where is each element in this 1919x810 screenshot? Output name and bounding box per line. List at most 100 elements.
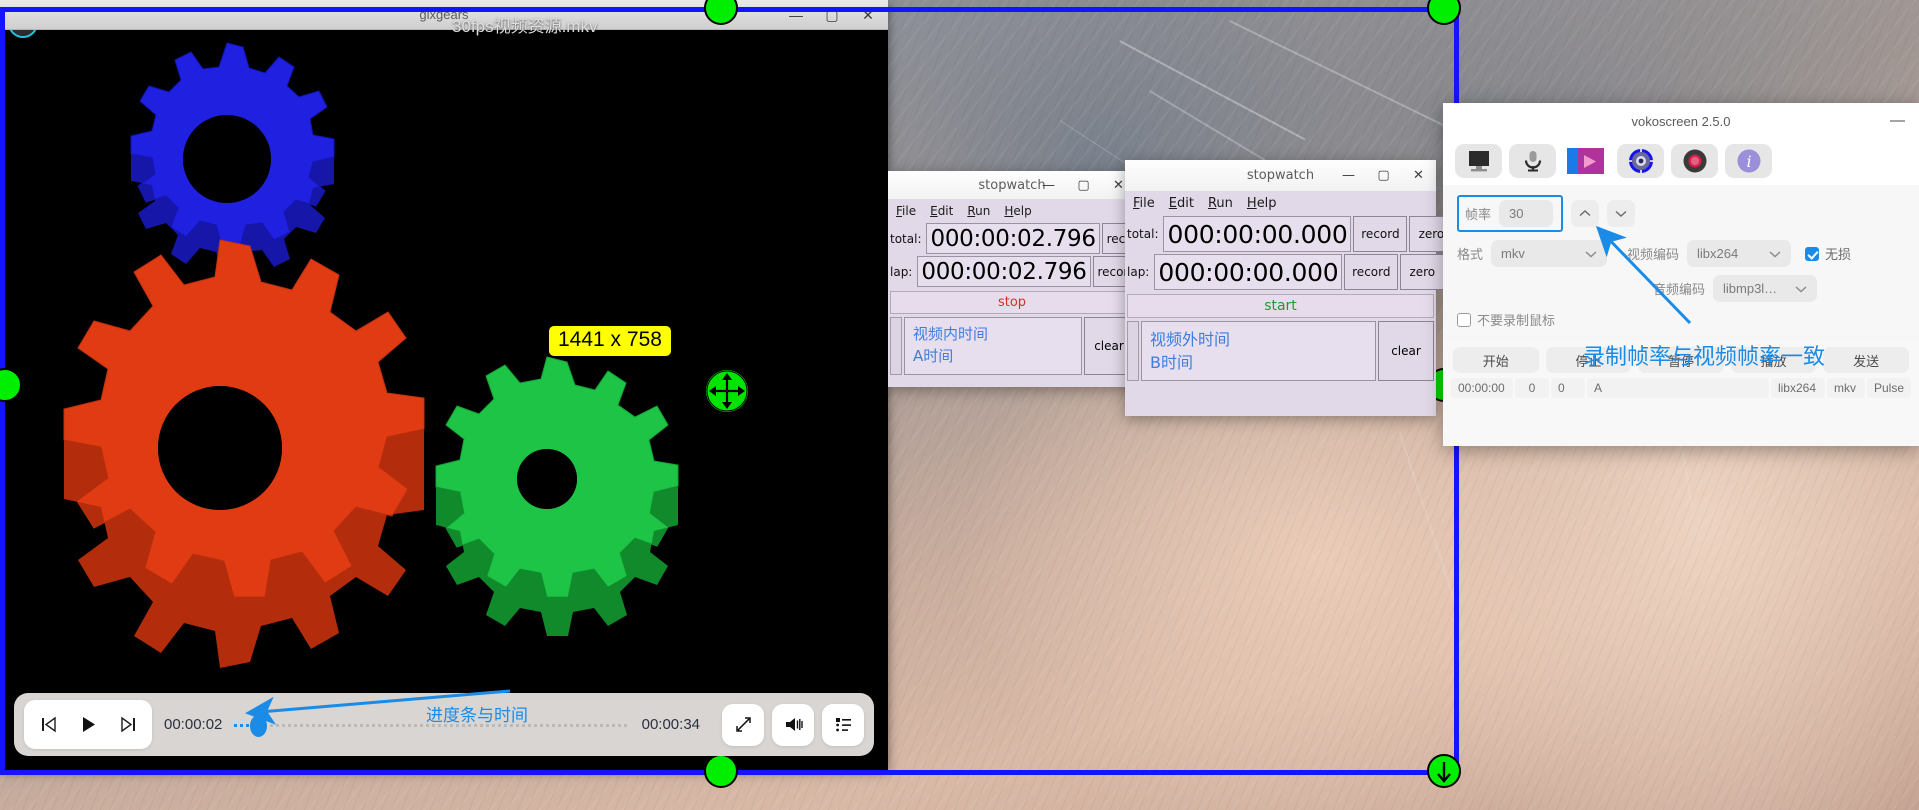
fps-spin-down[interactable] [1607,200,1636,227]
maximize-button[interactable]: ▢ [1066,171,1101,199]
vokoscreen-titlebar[interactable]: vokoscreen 2.5.0 — [1443,103,1919,139]
total-value: 000:00:00.000 [1163,216,1352,252]
tab-record[interactable] [1671,144,1718,178]
nomouse-checkbox[interactable] [1457,312,1471,327]
send-button[interactable]: 发送 [1823,347,1909,373]
menu-run[interactable]: Run [967,204,990,218]
chevron-down-icon [1769,250,1781,257]
video-play-icon [1567,148,1604,174]
note-scrollbar[interactable] [890,317,902,375]
vokoscreen-window: vokoscreen 2.5.0 — i 帧率 30 格式 mkv 视频编码 l… [1443,103,1919,446]
stopwatch-window-a: stopwatch — ▢ ✕ File Edit Run Help total… [888,171,1192,387]
status-format: mkv [1826,378,1865,398]
minimize-button[interactable]: — [1331,160,1366,191]
maximize-button[interactable]: ▢ [814,0,850,30]
seek-progress [234,723,251,727]
status-channel: A [1587,378,1769,398]
lap-value: 000:00:02.796 [917,256,1091,287]
skip-next-icon[interactable] [108,702,148,747]
menu-edit[interactable]: Edit [1169,196,1194,211]
status-audio: Pulse [1866,378,1911,398]
stopwatch-b-note[interactable]: 视频外时间 B时间 [1141,321,1376,382]
menu-file[interactable]: File [1133,196,1155,211]
volume-icon[interactable] [772,703,814,746]
fps-label: 帧率 [1465,207,1492,222]
status-counter-2: 0 [1551,378,1585,398]
audiocodec-select[interactable]: libmp3l… [1713,275,1817,302]
stopwatch-b-clear-button[interactable]: clear [1378,321,1434,382]
lap-record-button[interactable]: record [1344,254,1399,290]
glxgears-window-buttons: — ▢ ✕ [778,0,886,30]
tab-audio[interactable] [1509,144,1556,178]
stopwatch-b-lap-row: lap: 000:00:00.000 record zero [1125,253,1445,291]
play-icon[interactable] [68,702,108,747]
lossless-checkbox[interactable] [1805,246,1820,261]
lap-zero-button[interactable]: zero [1400,254,1445,290]
videocodec-value: libx264 [1697,246,1739,261]
fps-annotation-label: 录制帧率与视频帧率一致 [1583,344,1826,369]
lap-label: lap: [1127,265,1150,279]
move-crosshair-handle[interactable] [706,370,748,412]
format-select[interactable]: mkv [1491,240,1608,267]
stopwatch-a-run-button[interactable]: stop [890,291,1134,314]
minimize-button[interactable]: — [1031,171,1066,199]
vokoscreen-settings: 帧率 30 格式 mkv 视频编码 libx264 无损 音频编码 libmp3… [1443,185,1919,341]
glxgears-titlebar[interactable]: glxgears — ▢ ✕ [0,0,888,30]
fps-input[interactable]: 30 [1499,200,1554,227]
nomouse-row: 不要录制鼠标 [1457,310,1905,329]
note-line-1: 视频外时间 [1150,330,1231,349]
minimize-button[interactable]: — [778,0,814,30]
maximize-button[interactable]: ▢ [1366,160,1401,191]
note-scrollbar[interactable] [1127,321,1139,382]
menu-edit[interactable]: Edit [930,204,953,218]
chevron-down-icon [1585,250,1597,257]
tab-about[interactable]: i [1725,144,1772,178]
lossless-checkbox-row[interactable]: 无损 [1805,244,1851,263]
tab-webcam[interactable] [1617,144,1664,178]
stopwatch-a-note[interactable]: 视频内时间 A时间 [904,317,1082,375]
note-line-2: B时间 [1150,353,1193,373]
videocodec-select[interactable]: libx264 [1687,240,1792,267]
total-record-button[interactable]: record [1353,216,1408,252]
fps-spin-up[interactable] [1571,200,1600,227]
tab-screen[interactable] [1455,144,1502,178]
videocodec-label: 视频编码 [1627,247,1680,262]
minimize-button[interactable]: — [1890,112,1905,129]
total-time-label: 00:00:34 [641,716,700,733]
vokoscreen-statusbar: 00:00:00 0 0 A libx264 mkv Pulse [1443,376,1919,406]
skip-previous-icon[interactable] [28,702,68,747]
total-label: total: [890,231,922,246]
menu-help[interactable]: Help [1247,196,1277,211]
stopwatch-a-note-area: 视频内时间 A时间 clear [888,317,1136,377]
stopwatch-b-run-button[interactable]: start [1127,294,1434,318]
stopwatch-a-total-row: total: 000:00:02.796 record zero [888,222,1192,255]
vokoscreen-title: vokoscreen 2.5.0 [1631,113,1731,129]
menu-help[interactable]: Help [1004,204,1031,218]
fullscreen-icon[interactable] [722,703,764,746]
stopwatch-b-window-buttons: — ▢ ✕ [1331,160,1436,191]
close-button[interactable]: ✕ [850,0,886,30]
resize-handle-bottom-right[interactable] [1427,754,1461,788]
info-icon: i [1737,149,1760,173]
tab-video[interactable] [1563,144,1610,178]
audiocodec-value: libmp3l… [1723,281,1778,296]
media-player-logo-icon [8,30,38,38]
audiocodec-row: 音频编码 libmp3l… [1457,275,1905,302]
nomouse-checkbox-row[interactable]: 不要录制鼠标 [1457,310,1555,329]
microphone-icon [1524,151,1541,172]
menu-file[interactable]: File [896,204,916,218]
fps-row: 帧率 30 [1457,195,1905,232]
playlist-icon[interactable] [822,703,864,746]
stopwatch-a-titlebar[interactable]: stopwatch — ▢ ✕ [888,171,1136,199]
menu-run[interactable]: Run [1208,196,1233,211]
monitor-icon [1468,151,1489,172]
seek-handle[interactable] [250,714,268,737]
close-button[interactable]: ✕ [1401,160,1436,191]
lap-label: lap: [890,264,913,279]
resize-handle-bottom[interactable] [704,754,738,788]
stopwatch-b-titlebar[interactable]: stopwatch — ▢ ✕ [1125,160,1436,191]
start-button[interactable]: 开始 [1453,347,1539,373]
webcam-gear-icon [1628,149,1653,173]
glxgears-canvas [0,30,888,770]
total-label: total: [1127,227,1159,241]
